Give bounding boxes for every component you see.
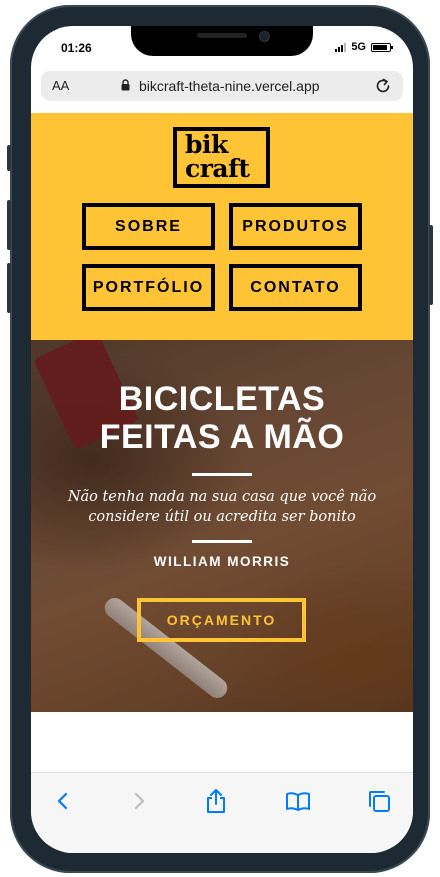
hero-section: BICICLETAS FEITAS A MÃO Não tenha nada n… [31, 340, 413, 712]
site-header: bik craft SOBRE PRODUTOS PORTFÓLIO CONTA… [31, 113, 413, 340]
speaker-grille [197, 33, 247, 38]
nav-portfolio[interactable]: PORTFÓLIO [82, 264, 215, 311]
battery-icon [371, 42, 393, 52]
nav-sobre[interactable]: SOBRE [82, 203, 215, 250]
lock-icon [121, 79, 130, 91]
share-icon[interactable] [202, 787, 230, 815]
bookmarks-icon[interactable] [284, 787, 312, 815]
forward-icon[interactable] [125, 787, 153, 815]
status-indicators: 5G [335, 41, 393, 53]
network-label: 5G [351, 41, 366, 53]
signal-icon [335, 42, 347, 52]
phone-power-button [429, 225, 433, 305]
phone-screen: 01:26 5G AA bikcraft-theta-nine.vercel.a… [31, 26, 413, 853]
phone-side-button [7, 145, 11, 171]
reload-icon[interactable] [373, 76, 393, 96]
hero-quote: Não tenha nada na sua casa que você não … [67, 489, 377, 525]
nav-contato[interactable]: CONTATO [229, 264, 362, 311]
phone-volume-down-button [7, 263, 11, 313]
address-bar[interactable]: AA bikcraft-theta-nine.vercel.app [41, 71, 403, 101]
status-time: 01:26 [61, 41, 92, 55]
hero-divider-bottom [192, 540, 252, 543]
browser-toolbar [31, 772, 413, 853]
notch [131, 26, 313, 56]
tabs-icon[interactable] [365, 787, 393, 815]
phone-volume-up-button [7, 200, 11, 250]
back-icon[interactable] [49, 787, 77, 815]
reader-options-button[interactable]: AA [52, 78, 69, 93]
nav-produtos[interactable]: PRODUTOS [229, 203, 362, 250]
url-text[interactable]: bikcraft-theta-nine.vercel.app [139, 78, 320, 94]
hero-quote-author: WILLIAM MORRIS [153, 554, 291, 569]
front-camera [259, 31, 270, 42]
hero-title: BICICLETAS FEITAS A MÃO [99, 380, 345, 456]
hero-divider-top [192, 473, 252, 476]
logo-text-line2: craft [185, 154, 250, 183]
bikcraft-logo[interactable]: bik craft [173, 127, 270, 188]
orcamento-button[interactable]: ORÇAMENTO [137, 598, 306, 642]
